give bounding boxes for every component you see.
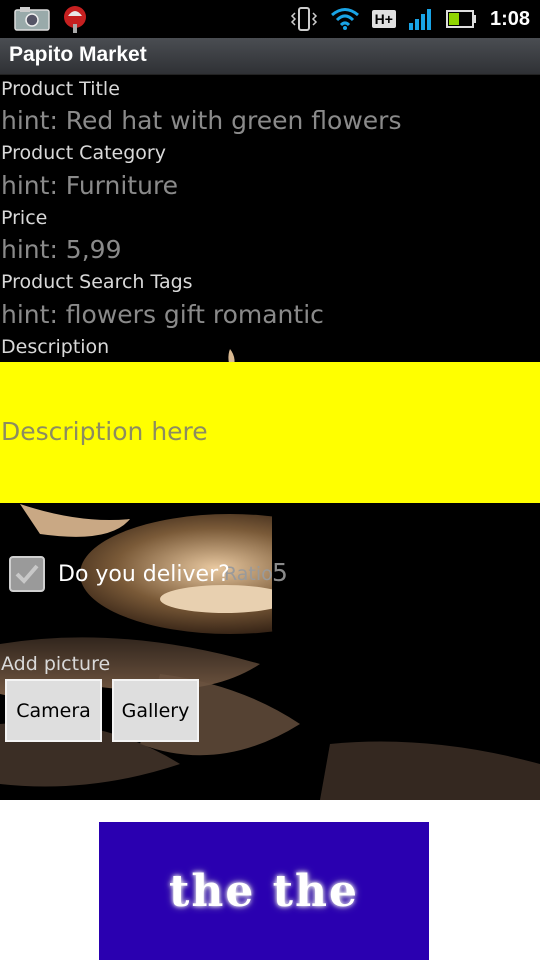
battery-icon xyxy=(445,9,478,29)
add-picture-label: Add picture xyxy=(1,653,111,675)
deliver-checkbox[interactable] xyxy=(9,556,45,592)
camera-button[interactable]: Camera xyxy=(5,679,102,742)
product-category-input[interactable]: hint: Furniture xyxy=(1,171,178,200)
product-title-input[interactable]: hint: Red hat with green flowers xyxy=(1,106,401,135)
app-title-bar: Papito Market xyxy=(0,38,540,75)
search-tags-input[interactable]: hint: flowers gift romantic xyxy=(1,300,324,329)
ad-banner-text: the the xyxy=(169,865,359,917)
ratio-input[interactable]: 5 xyxy=(272,558,288,587)
gallery-button[interactable]: Gallery xyxy=(112,679,199,742)
description-placeholder: Description here xyxy=(1,417,208,446)
android-debug-icon xyxy=(60,4,90,34)
status-bar: H+ 1:08 xyxy=(0,0,540,38)
product-title-label: Product Title xyxy=(1,78,120,100)
ratio-label: Ratio xyxy=(224,563,273,585)
signal-icon xyxy=(408,7,434,31)
description-label: Description xyxy=(1,336,110,358)
app-title: Papito Market xyxy=(9,43,147,66)
photo-icon xyxy=(14,7,50,31)
price-label: Price xyxy=(1,207,48,229)
product-form: Product Title hint: Red hat with green f… xyxy=(0,74,540,800)
deliver-label: Do you deliver? xyxy=(58,562,230,587)
ad-area: the the xyxy=(0,800,540,960)
description-input[interactable]: Description here xyxy=(0,362,540,503)
vibrate-icon xyxy=(290,6,318,32)
price-input[interactable]: hint: 5,99 xyxy=(1,235,121,264)
status-clock: 1:08 xyxy=(489,7,530,30)
ad-banner[interactable]: the the xyxy=(99,822,429,960)
wifi-icon xyxy=(330,7,360,31)
search-tags-label: Product Search Tags xyxy=(1,271,193,293)
checkmark-icon xyxy=(15,564,39,584)
product-category-label: Product Category xyxy=(1,142,166,164)
ratio-panel xyxy=(272,503,540,643)
network-type-badge: H+ xyxy=(371,10,396,28)
